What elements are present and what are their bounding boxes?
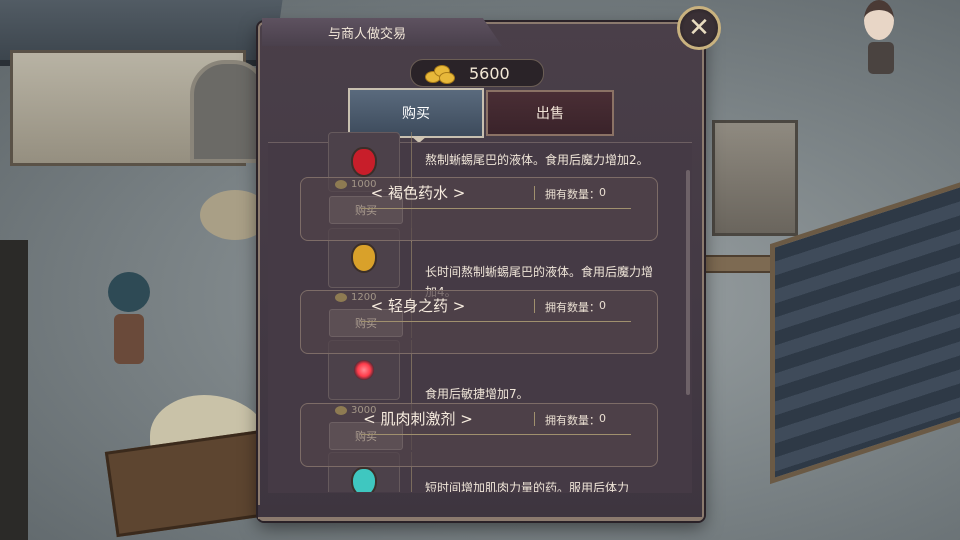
crate-stack — [712, 120, 798, 236]
owned-label: 拥有数量： — [545, 188, 600, 201]
teal-potion-icon — [351, 467, 377, 492]
building-door — [190, 60, 268, 163]
owned-label: 拥有数量： — [545, 301, 600, 314]
item-name: < 肌肉刺激剂 > — [363, 410, 473, 428]
gold-coins-icon — [425, 63, 455, 84]
list-scrollbar[interactable] — [686, 170, 690, 395]
item-name: < 褐色药水 > — [370, 184, 466, 202]
close-icon: ✕ — [688, 13, 710, 43]
owned-value: 0 — [599, 299, 606, 312]
panel-footer — [258, 505, 702, 519]
gold-display: 5600 — [410, 59, 544, 87]
gold-amount: 5600 — [469, 63, 510, 83]
wooden-cart — [104, 428, 282, 538]
player-character[interactable] — [108, 272, 150, 372]
red-potion-icon — [351, 147, 377, 177]
lamp-post — [0, 240, 28, 540]
item-description: 食用后敏捷增加7。 — [425, 387, 529, 401]
item-header: 1200 购买 < 轻身之药 > 拥有数量： 0 — [300, 290, 658, 354]
npc-character[interactable] — [864, 0, 898, 74]
owned-label: 拥有数量： — [545, 414, 600, 427]
close-button[interactable]: ✕ — [677, 6, 721, 50]
item-description: 短时间增加肌肉力量的药。服用后体力 — [425, 481, 630, 492]
item-description: 熬制蜥蜴尾巴的液体。食用后魔力增加2。 — [425, 153, 649, 167]
panel-title: 与商人做交易 — [262, 18, 502, 46]
owned-value: 0 — [599, 412, 606, 425]
tab-buy[interactable]: 购买 — [348, 88, 484, 138]
tab-sell[interactable]: 出售 — [486, 90, 614, 136]
item-header: 3000 购买 < 肌肉刺激剂 > 拥有数量： 0 — [300, 403, 658, 467]
owned-value: 0 — [599, 186, 606, 199]
tiled-roof — [770, 175, 960, 485]
item-name: < 轻身之药 > — [370, 297, 466, 315]
yellow-potion-icon — [351, 243, 377, 273]
red-orb-icon — [354, 360, 374, 380]
item-header: 1000 购买 < 褐色药水 > 拥有数量： 0 — [300, 177, 658, 241]
